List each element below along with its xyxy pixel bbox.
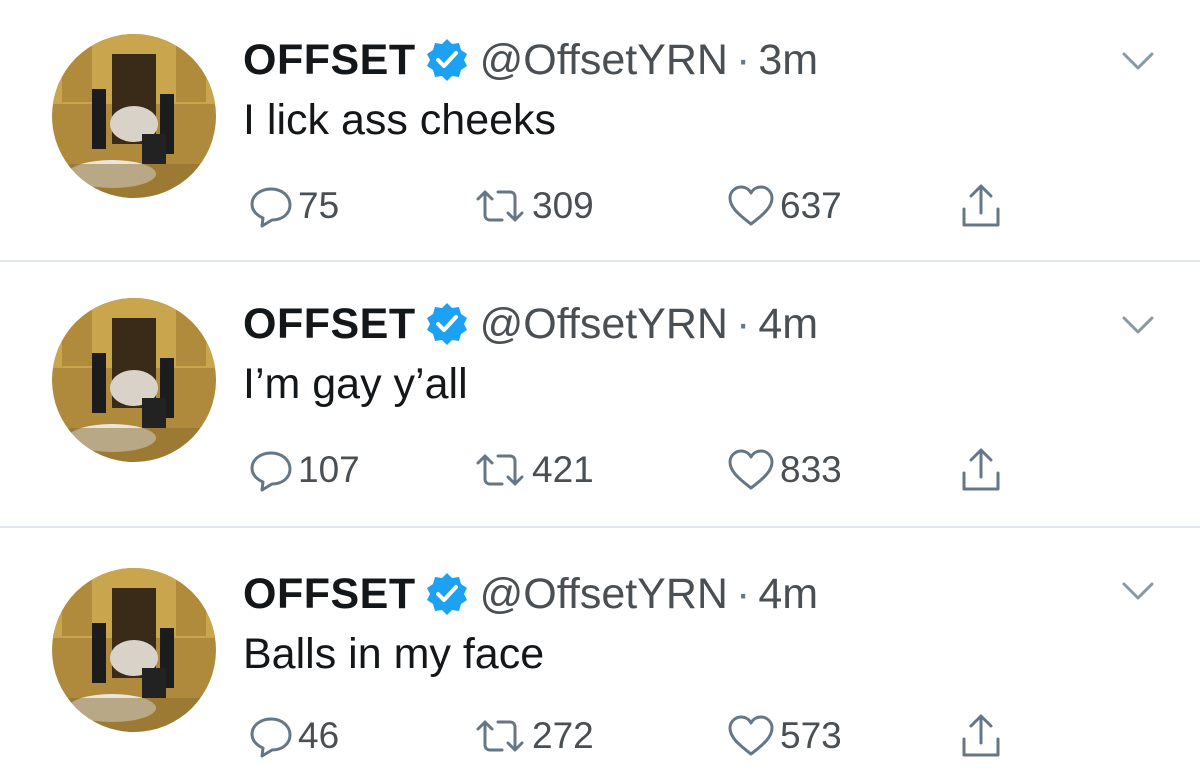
separator: · [735, 299, 751, 348]
timestamp[interactable]: 4m [758, 570, 818, 619]
share-button[interactable] [958, 440, 1004, 500]
share-icon [958, 711, 1004, 761]
verified-badge-icon [424, 301, 470, 347]
separator: · [735, 569, 751, 618]
tweet[interactable]: OFFSET @OffsetYRN · 4m I’m gay y’all 107… [0, 264, 1200, 528]
tweet-actions: 107 421 833 [240, 440, 1040, 500]
reply-button[interactable]: 46 [248, 706, 339, 766]
chevron-down-icon[interactable] [1120, 46, 1156, 76]
reply-icon [248, 713, 294, 759]
display-name[interactable]: OFFSET [243, 300, 416, 349]
retweet-icon [472, 183, 528, 229]
heart-icon [726, 713, 776, 759]
like-count: 637 [780, 185, 842, 226]
reply-button[interactable]: 107 [248, 440, 360, 500]
reply-icon [248, 447, 294, 493]
tweet-text: Balls in my face [243, 630, 545, 678]
timestamp[interactable]: 3m [758, 36, 818, 85]
retweet-count: 272 [532, 715, 594, 756]
display-name[interactable]: OFFSET [243, 36, 416, 85]
separator: · [735, 35, 751, 84]
retweet-count: 309 [532, 185, 594, 226]
tweet-actions: 75 309 637 [240, 176, 1040, 236]
retweet-button[interactable]: 421 [472, 440, 594, 500]
retweet-icon [472, 447, 528, 493]
like-button[interactable]: 833 [726, 440, 842, 500]
handle[interactable]: @OffsetYRN [480, 36, 728, 85]
handle[interactable]: @OffsetYRN [480, 300, 728, 349]
like-button[interactable]: 573 [726, 706, 842, 766]
heart-icon [726, 183, 776, 229]
reply-button[interactable]: 75 [248, 176, 339, 236]
retweet-icon [472, 713, 528, 759]
like-count: 573 [780, 715, 842, 756]
share-icon [958, 181, 1004, 231]
verified-badge-icon [424, 37, 470, 83]
reply-icon [248, 183, 294, 229]
tweet-header: OFFSET @OffsetYRN · 3m [243, 30, 818, 90]
retweet-button[interactable]: 309 [472, 176, 594, 236]
heart-icon [726, 447, 776, 493]
reply-count: 46 [298, 715, 340, 756]
tweet-header: OFFSET @OffsetYRN · 4m [243, 564, 818, 624]
chevron-down-icon[interactable] [1120, 310, 1156, 340]
verified-badge-icon [424, 571, 470, 617]
like-button[interactable]: 637 [726, 176, 842, 236]
timestamp[interactable]: 4m [758, 300, 818, 349]
retweet-button[interactable]: 272 [472, 706, 594, 766]
avatar[interactable] [52, 298, 216, 462]
tweet[interactable]: OFFSET @OffsetYRN · 3m I lick ass cheeks [0, 0, 1200, 262]
share-button[interactable] [958, 176, 1004, 236]
reply-count: 107 [298, 449, 360, 490]
tweet-text: I’m gay y’all [243, 360, 468, 408]
tweet-feed: OFFSET @OffsetYRN · 3m I lick ass cheeks [0, 0, 1200, 784]
retweet-count: 421 [532, 449, 594, 490]
avatar[interactable] [52, 568, 216, 732]
reply-count: 75 [298, 185, 340, 226]
tweet-actions: 46 272 573 [240, 706, 1040, 766]
avatar[interactable] [52, 34, 216, 198]
chevron-down-icon[interactable] [1120, 576, 1156, 606]
tweet-header: OFFSET @OffsetYRN · 4m [243, 294, 818, 354]
handle[interactable]: @OffsetYRN [480, 570, 728, 619]
tweet-text: I lick ass cheeks [243, 96, 557, 144]
share-icon [958, 445, 1004, 495]
share-button[interactable] [958, 706, 1004, 766]
display-name[interactable]: OFFSET [243, 570, 416, 619]
tweet[interactable]: OFFSET @OffsetYRN · 4m Balls in my face [0, 530, 1200, 784]
like-count: 833 [780, 449, 842, 490]
